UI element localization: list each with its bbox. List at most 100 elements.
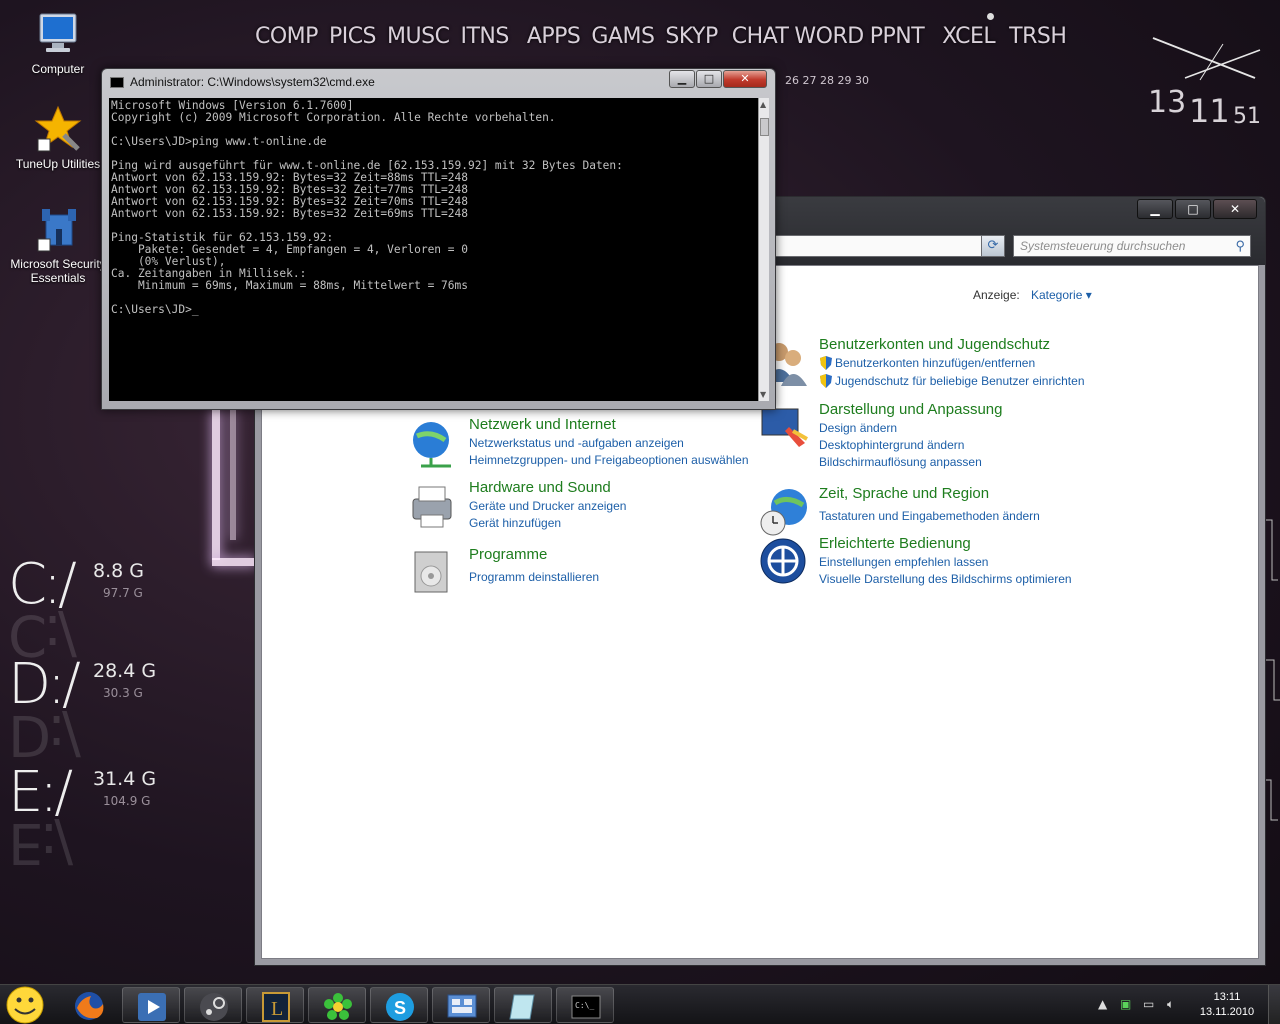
launcher-gams[interactable]: GAMS xyxy=(591,24,655,49)
show-desktop-button[interactable] xyxy=(1268,985,1280,1024)
cmd-icon: C:\_ xyxy=(571,995,601,1019)
launcher-xcel[interactable]: XCEL xyxy=(942,24,996,49)
uac-shield-icon xyxy=(820,356,832,370)
category-title[interactable]: Hardware und Sound xyxy=(469,479,611,496)
category-link[interactable]: Gerät hinzufügen xyxy=(469,516,561,530)
launcher-apps[interactable]: APPS xyxy=(527,24,581,49)
cmd-icon xyxy=(110,77,124,88)
start-button[interactable] xyxy=(0,984,50,1024)
taskbar-skype[interactable]: S xyxy=(370,987,428,1023)
media-player-icon xyxy=(138,993,166,1021)
launcher-word[interactable]: WORD xyxy=(794,24,864,49)
taskbar-control-panel[interactable] xyxy=(432,987,490,1023)
taskbar-time: 13:11 xyxy=(1213,991,1241,1003)
category-link[interactable]: Design ändern xyxy=(819,421,897,435)
minimize-button[interactable]: ▁ xyxy=(669,70,695,88)
taskbar-steam[interactable] xyxy=(184,987,242,1023)
desktop-icon-label: TuneUp Utilities xyxy=(15,157,101,171)
uac-shield-icon xyxy=(820,374,832,388)
launcher-pics[interactable]: PICS xyxy=(329,24,377,49)
category-link[interactable]: Heimnetzgruppen- und Freigabeoptionen au… xyxy=(469,453,749,467)
category-link[interactable]: Geräte und Drucker anzeigen xyxy=(469,499,626,513)
taskbar-icq[interactable] xyxy=(308,987,366,1023)
top-launcher-bar: COMP PICS MUSC ITNS APPS GAMS SKYP CHAT … xyxy=(255,24,1077,49)
desktop-icon-label: Microsoft Security Essentials xyxy=(10,257,106,285)
tuneup-icon xyxy=(34,105,82,152)
category-link[interactable]: Jugendschutz für beliebige Benutzer einr… xyxy=(835,374,1085,388)
taskbar-media-player[interactable] xyxy=(122,987,180,1023)
svg-text:S: S xyxy=(394,998,406,1018)
minimize-button[interactable]: ▁ xyxy=(1137,199,1173,219)
scroll-down-arrow[interactable]: ▼ xyxy=(760,390,766,399)
category-link[interactable]: Visuelle Darstellung des Bildschirms opt… xyxy=(819,572,1072,586)
launcher-comp[interactable]: COMP xyxy=(255,24,318,49)
close-button[interactable]: ✕ xyxy=(1213,199,1257,219)
cmd-title: Administrator: C:\Windows\system32\cmd.e… xyxy=(110,75,375,89)
category-title[interactable]: Benutzerkonten und Jugendschutz xyxy=(819,336,1050,353)
taskbar-date: 13.11.2010 xyxy=(1199,1006,1255,1018)
category-title[interactable]: Erleichterte Bedienung xyxy=(819,535,971,552)
launcher-musc[interactable]: MUSC xyxy=(387,24,450,49)
category-link[interactable]: Desktophintergrund ändern xyxy=(819,438,964,452)
cmd-console-output[interactable]: Microsoft Windows [Version 6.1.7600] Cop… xyxy=(109,98,758,401)
security-tray-icon[interactable]: ▣ xyxy=(1120,997,1131,1011)
category-link[interactable]: Programm deinstallieren xyxy=(469,570,599,584)
taskbar-firefox[interactable] xyxy=(60,987,118,1023)
desktop-icon-label: Computer xyxy=(31,62,85,76)
category-link[interactable]: Benutzerkonten hinzufügen/entfernen xyxy=(835,356,1035,370)
search-icon[interactable]: ⚲ xyxy=(1235,238,1245,254)
window-caption-buttons: ▁ □ ✕ xyxy=(1137,199,1257,219)
taskbar-notepad[interactable] xyxy=(494,987,552,1023)
network-tray-icon[interactable]: ▭ xyxy=(1143,997,1154,1011)
search-placeholder: Systemsteuerung durchsuchen xyxy=(1020,239,1186,253)
close-button[interactable]: ✕ xyxy=(723,70,767,88)
maximize-button[interactable]: □ xyxy=(1175,199,1211,219)
desktop-icon-tuneup[interactable]: TuneUp Utilities xyxy=(3,105,113,171)
cmd-scrollbar[interactable]: ▲ ▼ xyxy=(758,98,769,401)
trash-indicator-dot xyxy=(987,13,994,20)
taskbar-cmd[interactable]: C:\_ xyxy=(556,987,614,1023)
category-title[interactable]: Darstellung und Anpassung xyxy=(819,401,1002,418)
category-link[interactable]: Bildschirmauflösung anpassen xyxy=(819,455,982,469)
category-link[interactable]: Tastaturen und Eingabemethoden ändern xyxy=(819,509,1040,523)
desktop-icon-computer[interactable]: Computer xyxy=(3,10,113,76)
category-title[interactable]: Netzwerk und Internet xyxy=(469,416,616,433)
ease-of-access-icon xyxy=(760,538,806,584)
category-link[interactable]: Netzwerkstatus und -aufgaben anzeigen xyxy=(469,436,684,450)
scroll-up-arrow[interactable]: ▲ xyxy=(760,100,766,109)
show-hidden-icons-arrow[interactable]: ▲ xyxy=(1098,997,1107,1011)
category-title[interactable]: Zeit, Sprache und Region xyxy=(819,485,989,502)
scroll-thumb[interactable] xyxy=(760,118,769,136)
cpu-graph-strip xyxy=(1266,519,1280,821)
svg-text:L: L xyxy=(271,998,283,1020)
launcher-ppnt[interactable]: PPNT xyxy=(870,24,925,49)
taskbar-clock[interactable]: 13:11 13.11.2010 xyxy=(1195,990,1259,1020)
category-link[interactable]: Einstellungen empfehlen lassen xyxy=(819,555,988,569)
svg-text:C:\_: C:\_ xyxy=(575,1001,594,1010)
launcher-trsh[interactable]: TRSH xyxy=(1009,24,1067,49)
drive-free: 31.4 G xyxy=(93,768,157,790)
notepad-icon xyxy=(509,994,535,1020)
refresh-button[interactable]: ⟳ xyxy=(981,235,1005,257)
maximize-button[interactable]: □ xyxy=(696,70,722,88)
programs-box-icon xyxy=(414,551,448,593)
search-input[interactable]: Systemsteuerung durchsuchen ⚲ xyxy=(1013,235,1251,257)
taskbar-league-of-legends[interactable]: L xyxy=(246,987,304,1023)
launcher-chat[interactable]: CHAT xyxy=(732,24,789,49)
appearance-monitor-icon xyxy=(761,408,808,447)
clock-globe-icon xyxy=(760,489,807,536)
launcher-itns[interactable]: ITNS xyxy=(460,24,509,49)
drive-letter-reflection: E:/ xyxy=(8,810,70,875)
wallpaper-stroke xyxy=(212,410,220,560)
drive-total: 104.9 G xyxy=(103,794,151,808)
desktop-icon-security-essentials[interactable]: Microsoft Security Essentials xyxy=(3,205,113,285)
icq-flower-icon xyxy=(324,993,352,1020)
league-of-legends-icon: L xyxy=(262,992,290,1022)
view-by-dropdown[interactable]: Kategorie ▾ xyxy=(1031,288,1092,302)
volume-icon[interactable]: 🔈︎ xyxy=(1167,997,1174,1012)
firefox-icon xyxy=(75,992,104,1020)
launcher-skyp[interactable]: SKYP xyxy=(665,24,718,49)
view-by-label: Anzeige: xyxy=(973,288,1020,302)
cmd-window[interactable]: Administrator: C:\Windows\system32\cmd.e… xyxy=(101,68,776,410)
category-title[interactable]: Programme xyxy=(469,546,547,563)
